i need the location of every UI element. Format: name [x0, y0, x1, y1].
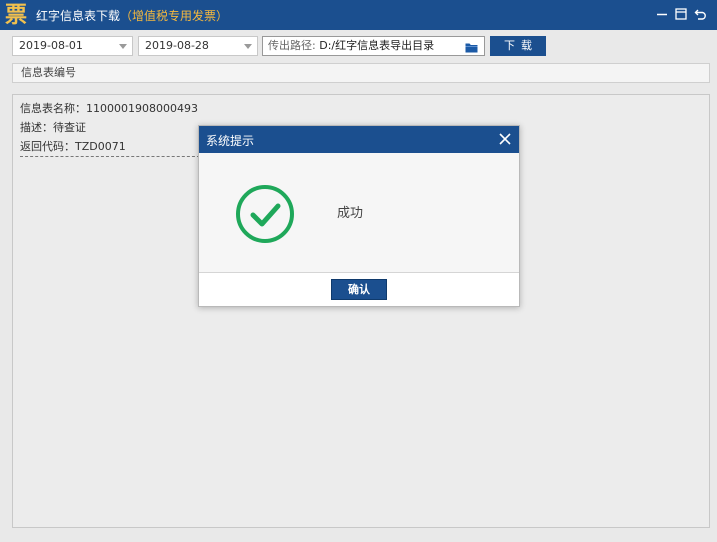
close-icon[interactable] [498, 132, 512, 149]
window-title-sub: 增值税专用发票 [132, 9, 217, 23]
result-code-line: 返回代码：TZD0071 [20, 140, 126, 153]
dialog-header: 系统提示 [199, 126, 519, 153]
dialog-message: 成功 [337, 206, 364, 221]
window-title: 红字信息表下载（增值税专用发票） [36, 7, 228, 24]
result-name-line: 信息表名称：1100001908000493 [20, 102, 198, 115]
system-prompt-dialog: 系统提示 成功 确认 [198, 125, 520, 307]
end-date-value: 2019-08-28 [145, 39, 209, 52]
dialog-footer: 确认 [199, 272, 519, 306]
dialog-body: 成功 [199, 153, 519, 272]
chevron-down-icon [119, 44, 127, 49]
window-title-close: ） [216, 9, 229, 23]
download-button[interactable]: 下载 [490, 36, 546, 56]
title-bar: 票 红字信息表下载（增值税专用发票） [0, 0, 717, 30]
output-path-value: D:/红字信息表导出目录 [319, 39, 435, 52]
app-logo-icon: 票 [3, 2, 29, 28]
window-title-main: 红字信息表下载 [36, 9, 121, 23]
info-table-id-header: 信息表编号 [12, 63, 710, 83]
divider-line [20, 156, 200, 157]
info-table-id-label: 信息表编号 [21, 66, 76, 79]
end-date-picker[interactable]: 2019-08-28 [138, 36, 258, 56]
folder-icon[interactable] [465, 41, 478, 59]
confirm-button[interactable]: 确认 [331, 279, 387, 300]
start-date-value: 2019-08-01 [19, 39, 83, 52]
window-title-open: （ [120, 9, 133, 23]
success-check-icon [235, 184, 295, 247]
dialog-title: 系统提示 [206, 134, 255, 148]
start-date-picker[interactable]: 2019-08-01 [12, 36, 133, 56]
chevron-down-icon [244, 44, 252, 49]
output-path-field[interactable]: 传出路径: D:/红字信息表导出目录 [262, 36, 485, 56]
back-icon[interactable] [693, 6, 709, 22]
result-desc-line: 描述：待查证 [20, 121, 86, 134]
maximize-icon[interactable] [673, 6, 689, 22]
minimize-icon[interactable] [654, 6, 670, 22]
output-path-label: 传出路径: [268, 39, 316, 52]
